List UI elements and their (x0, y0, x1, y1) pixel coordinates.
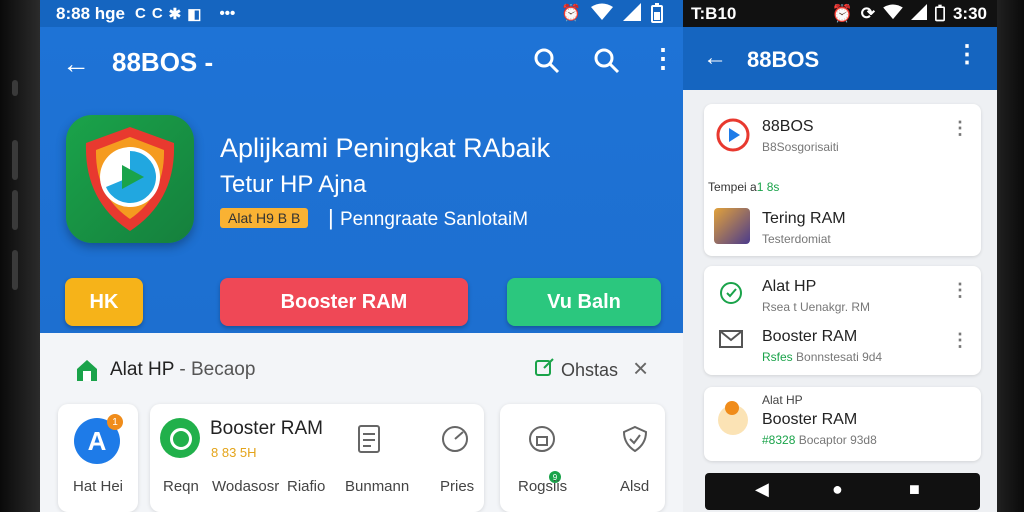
tool-label-alsd: Alsd (620, 478, 650, 495)
back-arrow-icon[interactable]: ← (703, 44, 727, 72)
nav-home-icon[interactable]: ● (832, 479, 843, 500)
booster-ram-button[interactable]: Booster RAM (220, 278, 468, 326)
app-card-2[interactable]: Alat HP Rsea t Uenakgr. RM ⋮ Booster RAM… (704, 266, 981, 375)
document-icon[interactable] (357, 424, 381, 454)
card3-line3: #8328 Bocaptor 93d8 (762, 433, 877, 447)
app-title: Aplijkami Peningkat RAbaik (220, 133, 551, 163)
lock-icon[interactable] (527, 424, 557, 454)
tool-label-wodasosr: Wodasosr (212, 478, 280, 495)
nfc-icon: ◧ (187, 5, 202, 23)
nav-recent-icon[interactable]: ■ (909, 479, 920, 500)
navigation-bar: ◀ ● ■ (705, 473, 980, 510)
chip-separator: | (328, 205, 334, 230)
sync-icon: ⟳ (860, 4, 875, 23)
search-icon[interactable] (533, 47, 561, 75)
tool-label-rogsiis: Rogsiis (518, 478, 568, 495)
more-vert-icon[interactable]: ⋮ (951, 280, 969, 301)
row-sub-alat: Rsea t Uenakgr. RM (762, 300, 871, 314)
app-subtitle-right: B8Sosgorisaiti (762, 140, 839, 154)
tool-label-reqn: Reqn (163, 478, 199, 495)
row-title-booster: Booster RAM (762, 328, 858, 345)
item-subtitle: Testerdomiat (762, 232, 831, 246)
shield-check-icon[interactable] (620, 424, 650, 454)
section-label: Tempei a1 8s (708, 180, 780, 194)
whatsapp-icon (160, 418, 200, 458)
tool-app-name: Booster RAM (210, 418, 323, 439)
status-time-right: T:B10 (691, 4, 737, 23)
app-bar-title-right: 88BOS (747, 47, 820, 72)
crown-icon (718, 401, 748, 435)
wifi-icon (883, 4, 903, 20)
app-subtitle: Tetur HP Ajna (220, 171, 367, 198)
app-card-1[interactable]: 88BOS B8Sosgorisaiti ⋮ Tempei a1 8s Teri… (704, 104, 981, 256)
mail-icon (719, 330, 743, 348)
category-chip: Alat H9 B B (220, 208, 309, 228)
bluetooth-icon: ✱ (168, 5, 182, 23)
item-thumbnail (714, 208, 750, 244)
more-vert-icon[interactable]: ⋮ (955, 43, 979, 67)
app-bar-title: 88BOS - (112, 47, 214, 77)
tool-label-pries: Pries (440, 478, 475, 495)
more-vert-icon[interactable]: ⋮ (650, 45, 676, 71)
status-icon-c: C (134, 5, 146, 22)
vu-baln-button[interactable]: Vu Baln (507, 278, 661, 326)
alarm-icon: ⏰ (831, 4, 853, 23)
app-logo-icon (66, 115, 194, 243)
close-icon[interactable]: × (633, 353, 648, 384)
status-bar-right: T:B10 ⏰ ⟳ 3:30 (683, 0, 997, 27)
panel-title: Alat HP - Becaop (110, 359, 256, 380)
row-title-alat: Alat HP (762, 278, 817, 295)
item-title: Tering RAM (762, 210, 846, 227)
wifi-icon (591, 3, 613, 20)
edit-icon[interactable] (534, 356, 556, 378)
battery-icon (934, 4, 945, 22)
tool-card-3[interactable] (500, 404, 665, 512)
card3-line1: Alat HP (762, 393, 803, 407)
phone-volume-up (12, 140, 18, 180)
phone-side-button (12, 80, 18, 96)
status-bar: 8:88 hge C C ✱ ◧ ••• ⏰ (40, 0, 683, 27)
row-sub-booster: Rsfes Bonnstesati 9d4 (762, 350, 883, 364)
phone-volume-down (12, 190, 18, 230)
app-bar-right: ← 88BOS ⋮ (683, 27, 997, 90)
panel-action[interactable]: Ohstas (561, 360, 618, 381)
back-arrow-icon[interactable]: ← (62, 48, 90, 80)
signal-icon (623, 3, 641, 21)
phone-frame-left (0, 0, 40, 512)
speed-gauge-icon[interactable] (440, 424, 470, 454)
signal-icon (910, 4, 927, 20)
app-bar: ← 88BOS - ⋮ (40, 27, 683, 97)
app-description: Penngraate SanlotaiM (340, 209, 529, 230)
notification-badge: 1 (107, 414, 123, 430)
battery-icon (651, 3, 663, 23)
search-icon-secondary[interactable] (593, 47, 621, 75)
status-clock: 3:30 (952, 4, 987, 23)
more-vert-icon[interactable]: ⋮ (951, 118, 969, 139)
tool-label-1: Hat Hei (73, 478, 124, 495)
app-list-screen: T:B10 ⏰ ⟳ 3:30 ← 88BOS ⋮ 88BOS B8Sosgori… (683, 0, 997, 512)
tool-app-meta: 8 83 5H (211, 445, 257, 460)
app-card-3[interactable]: Alat HP Booster RAM #8328 Bocaptor 93d8 (704, 387, 981, 461)
home-icon (77, 360, 97, 381)
target-icon (720, 282, 742, 304)
status-icon-c2: C (151, 5, 163, 22)
tool-label-bunmann: Bunmann (345, 478, 410, 495)
app-logo-icon (716, 118, 750, 152)
hk-button[interactable]: HK (65, 278, 143, 326)
app-name: 88BOS (762, 118, 814, 135)
more-vert-icon[interactable]: ⋮ (951, 330, 969, 351)
phone-power-button (12, 250, 18, 290)
alarm-icon: ⏰ (561, 5, 581, 22)
nav-back-icon[interactable]: ◀ (755, 479, 769, 500)
tool-label-riafio: Riafio (287, 478, 326, 495)
more-notifications-icon: ••• (219, 5, 236, 22)
status-time: 8:88 hge (56, 3, 125, 23)
card3-line2: Booster RAM (762, 411, 858, 428)
